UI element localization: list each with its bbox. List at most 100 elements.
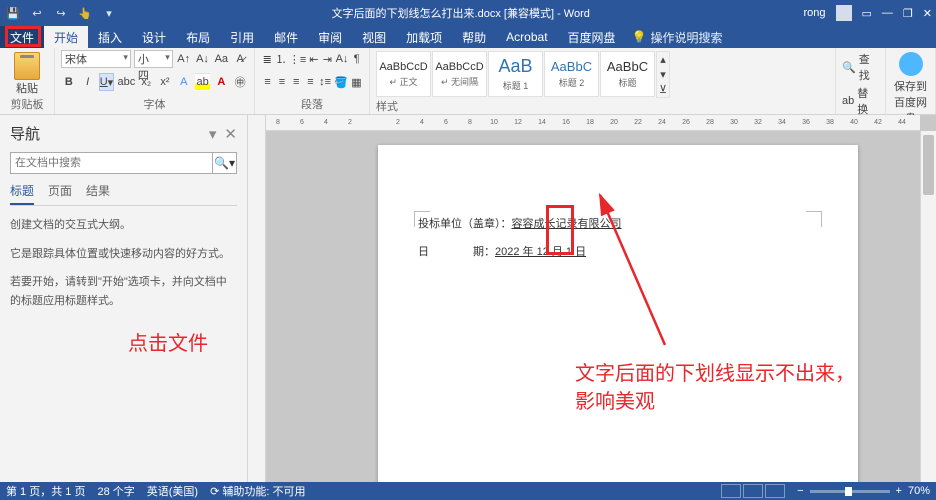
tab-addons[interactable]: 加载项: [396, 26, 452, 48]
group-paragraph: 段落: [261, 96, 363, 114]
bold-button[interactable]: B: [61, 73, 77, 91]
bullets-icon[interactable]: ≣: [261, 50, 274, 68]
tell-me-label: 操作说明搜索: [651, 29, 723, 46]
tab-layout[interactable]: 布局: [176, 26, 220, 48]
borders-icon[interactable]: ▦: [350, 73, 363, 91]
grow-font-icon[interactable]: A↑: [176, 50, 192, 68]
shrink-font-icon[interactable]: A↓: [195, 50, 211, 68]
nav-search-input[interactable]: [10, 152, 213, 174]
show-marks-icon[interactable]: ¶: [350, 50, 363, 68]
horizontal-ruler[interactable]: 8642246810121416182022242628303234363840…: [266, 115, 920, 131]
numbering-icon[interactable]: ⒈: [275, 50, 288, 68]
paste-button[interactable]: 粘贴: [6, 50, 48, 96]
margin-corner: [806, 211, 822, 227]
font-color-icon[interactable]: A: [213, 73, 229, 91]
strike-button[interactable]: abc: [117, 73, 135, 91]
nav-tab-pages[interactable]: 页面: [48, 182, 72, 205]
nav-tab-headings[interactable]: 标题: [10, 182, 34, 205]
nav-close-icon[interactable]: ✕: [224, 125, 237, 143]
status-words[interactable]: 28 个字: [97, 483, 134, 499]
group-font: 字体: [61, 96, 248, 114]
tab-home[interactable]: 开始: [44, 26, 88, 48]
align-left-icon[interactable]: ≡: [261, 73, 274, 91]
font-size-combo[interactable]: 小四: [134, 50, 173, 68]
user-avatar[interactable]: [836, 5, 852, 21]
redo-icon[interactable]: ↪: [52, 4, 70, 22]
document-page[interactable]: 投标单位（盖章）：容容成长记录有限公司 日 期：2022 年 12 月 1 日: [378, 145, 858, 482]
baidu-save-l1: 保存到: [892, 78, 929, 94]
tab-baidu[interactable]: 百度网盘: [558, 26, 626, 48]
replace-button[interactable]: ab替换: [842, 84, 879, 118]
nav-tab-results[interactable]: 结果: [86, 182, 110, 205]
styles-more-icon[interactable]: ⊻: [657, 82, 669, 97]
superscript-button[interactable]: x²: [157, 73, 173, 91]
tab-acrobat[interactable]: Acrobat: [496, 26, 557, 48]
tab-mailings[interactable]: 邮件: [264, 26, 308, 48]
nav-dropdown-icon[interactable]: ▾: [209, 125, 217, 143]
style-title[interactable]: AaBbC标题: [600, 51, 655, 97]
clipboard-icon: [14, 52, 40, 80]
tab-design[interactable]: 设计: [132, 26, 176, 48]
enclose-icon[interactable]: ㊥: [232, 73, 248, 91]
zoom-level[interactable]: 70%: [908, 485, 930, 497]
tab-references[interactable]: 引用: [220, 26, 264, 48]
close-icon[interactable]: ✕: [923, 7, 932, 20]
line-spacing-icon[interactable]: ↕≡: [318, 73, 332, 91]
italic-button[interactable]: I: [80, 73, 96, 91]
ribbon-display-icon[interactable]: ▭: [862, 7, 872, 20]
vertical-ruler[interactable]: [248, 115, 266, 482]
tab-view[interactable]: 视图: [352, 26, 396, 48]
text-effects-icon[interactable]: A: [176, 73, 192, 91]
nav-body: 创建文档的交互式大纲。 它是跟踪具体位置或快速移动内容的好方式。 若要开始，请转…: [10, 216, 237, 311]
style-nospacing[interactable]: AaBbCcD↵ 无间隔: [432, 51, 487, 97]
tab-insert[interactable]: 插入: [88, 26, 132, 48]
style-heading1[interactable]: AaB标题 1: [488, 51, 543, 97]
multilevel-icon[interactable]: ⋮≡: [289, 50, 307, 68]
status-lang[interactable]: 英语(美国): [147, 483, 198, 499]
align-center-icon[interactable]: ≡: [275, 73, 288, 91]
qat-more-icon[interactable]: ▾: [100, 4, 118, 22]
zoom-out-icon[interactable]: −: [797, 485, 803, 497]
shading-icon[interactable]: 🪣: [333, 73, 349, 91]
clear-format-icon[interactable]: A̷: [232, 50, 248, 68]
status-a11y[interactable]: ⟳ 辅助功能: 不可用: [210, 483, 305, 499]
view-print-icon[interactable]: [743, 484, 763, 498]
undo-icon[interactable]: ↩: [28, 4, 46, 22]
group-clipboard: 剪贴板: [6, 96, 48, 114]
status-page[interactable]: 第 1 页，共 1 页: [6, 483, 85, 499]
styles-down-icon[interactable]: ▾: [657, 67, 669, 82]
find-button[interactable]: 🔍查找: [842, 50, 879, 84]
justify-icon[interactable]: ≡: [304, 73, 317, 91]
save-icon[interactable]: 💾: [4, 4, 22, 22]
style-normal[interactable]: AaBbCcD↵ 正文: [376, 51, 431, 97]
change-case-icon[interactable]: Aa: [213, 50, 229, 68]
cloud-icon: [899, 52, 923, 76]
align-right-icon[interactable]: ≡: [290, 73, 303, 91]
zoom-slider[interactable]: [810, 490, 890, 493]
indent-dec-icon[interactable]: ⇤: [308, 50, 321, 68]
nav-search-button[interactable]: 🔍▾: [213, 152, 237, 174]
view-read-icon[interactable]: [721, 484, 741, 498]
vertical-scrollbar[interactable]: [920, 131, 936, 482]
underline-button[interactable]: U▾: [99, 73, 115, 91]
maximize-icon[interactable]: ❐: [903, 7, 913, 20]
style-heading2[interactable]: AaBbC标题 2: [544, 51, 599, 97]
view-web-icon[interactable]: [765, 484, 785, 498]
doc-line-2: 日 期：2022 年 12 月 1 日: [418, 243, 818, 259]
group-styles: 样式: [376, 98, 398, 116]
minimize-icon[interactable]: —: [882, 7, 893, 19]
tab-help[interactable]: 帮助: [452, 26, 496, 48]
scrollbar-thumb[interactable]: [923, 135, 934, 195]
indent-inc-icon[interactable]: ⇥: [321, 50, 334, 68]
user-name[interactable]: rong: [803, 7, 825, 19]
touch-icon[interactable]: 👆: [76, 4, 94, 22]
font-family-combo[interactable]: 宋体: [61, 50, 131, 68]
tab-review[interactable]: 审阅: [308, 26, 352, 48]
highlight-icon[interactable]: ab: [195, 73, 211, 91]
replace-icon: ab: [842, 95, 854, 107]
sort-icon[interactable]: A↓: [335, 50, 350, 68]
styles-up-icon[interactable]: ▴: [657, 52, 669, 67]
tell-me[interactable]: 💡 操作说明搜索: [632, 26, 723, 48]
zoom-in-icon[interactable]: +: [896, 485, 902, 497]
tab-file[interactable]: 文件: [0, 26, 44, 48]
